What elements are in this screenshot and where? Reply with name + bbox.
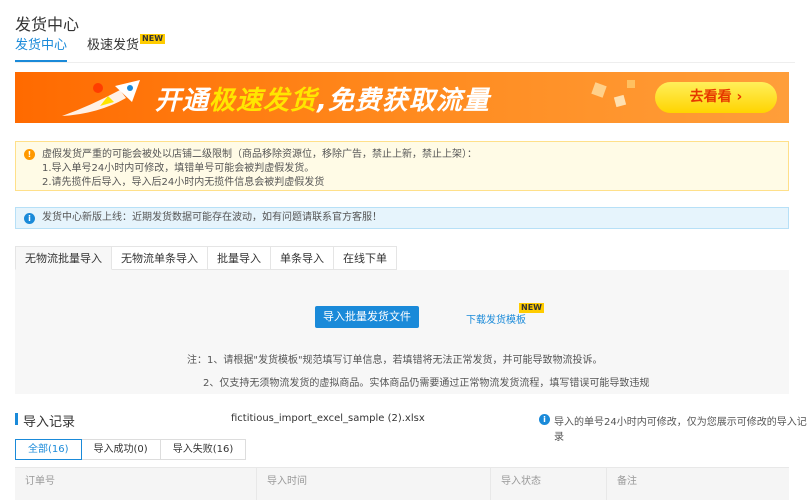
filter-success[interactable]: 导入成功(0): [81, 439, 161, 460]
col-order-number: 订单号: [15, 468, 257, 500]
download-template-link[interactable]: 下载发货模板: [466, 311, 526, 326]
filter-all[interactable]: 全部(16): [15, 439, 82, 460]
banner-slogan: 开通极速发货,免费获取流量: [155, 80, 490, 117]
top-tabs: 发货中心 极速发货 NEW: [15, 34, 185, 62]
info-text: 发货中心新版上线：近期发货数据可能存在波动，如有问题请联系官方客服！: [42, 212, 382, 223]
upload-note-2: 2、仅支持无须物流发货的虚拟商品。实体商品仍需要通过正常物流发货流程，填写错误可…: [203, 378, 650, 389]
records-table-header: 订单号 导入时间 导入状态 备注: [15, 467, 789, 500]
tab-shipping-center-label: 发货中心: [15, 38, 68, 53]
warning-line-1: 虚假发货严重的可能会被处以店铺二级限制（商品移除资源位，移除广告，禁止上新，禁止…: [42, 149, 477, 160]
tab-single-import[interactable]: 单条导入: [271, 246, 334, 270]
col-remark: 备注: [617, 476, 637, 487]
col-import-status: 导入状态: [491, 468, 607, 500]
import-mode-tabs: 无物流批量导入 无物流单条导入 批量导入 单条导入 在线下单: [15, 246, 397, 270]
filter-failed[interactable]: 导入失败(16): [160, 439, 247, 460]
records-info-icon: i: [539, 414, 550, 425]
info-alert: i 发货中心新版上线：近期发货数据可能存在波动，如有问题请联系官方客服！: [15, 207, 789, 229]
warning-alert: ! 虚假发货严重的可能会被处以店铺二级限制（商品移除资源位，移除广告，禁止上新，…: [15, 141, 789, 191]
banner-go-button[interactable]: 去看看 ›: [655, 82, 777, 113]
banner-prefix: 开通: [155, 86, 210, 116]
section-accent-bar: [15, 413, 18, 425]
banner-suffix: ,免费获取流量: [317, 86, 490, 116]
warning-line-3: 2.请先揽件后导入，导入后24小时内无揽件信息会被判虚假发货: [42, 177, 325, 188]
banner-highlight: 极速发货: [209, 86, 318, 116]
tab-no-logistics-single[interactable]: 无物流单条导入: [112, 246, 208, 270]
tab-no-logistics-batch[interactable]: 无物流批量导入: [15, 246, 112, 270]
record-filters: 全部(16) 导入成功(0) 导入失败(16): [15, 439, 247, 460]
tab-online-order[interactable]: 在线下单: [334, 246, 397, 270]
records-tip: 导入的单号24小时内可修改，仅为您展示可修改的导入记录: [554, 417, 807, 443]
upload-panel: 导入批量发货文件 下载发货模板 NEW 注：1、请根据"发货模板"规范填写订单信…: [15, 270, 789, 394]
tabs-divider: [15, 62, 795, 63]
info-icon: i: [24, 213, 35, 224]
page-title: 发货中心: [15, 15, 80, 34]
records-filename: fictitious_import_excel_sample (2).xlsx: [231, 413, 425, 424]
cube-decoration-icon: [591, 80, 635, 108]
warning-icon: !: [24, 149, 35, 160]
warning-line-2: 1.导入单号24小时内可修改，填错单号可能会被判虚假发货。: [42, 163, 315, 174]
col-import-time: 导入时间: [257, 468, 491, 500]
tab-shipping-center[interactable]: 发货中心: [15, 38, 68, 62]
rocket-icon: [62, 80, 140, 116]
tab-express-shipping-label: 极速发货: [87, 38, 140, 53]
promo-banner[interactable]: 开通极速发货,免费获取流量 去看看 ›: [15, 72, 789, 123]
records-title: 导入记录: [23, 415, 76, 430]
new-badge: NEW: [140, 34, 166, 44]
upload-note-1: 注：1、请根据"发货模板"规范填写订单信息，若填错将无法正常发货，并可能导致物流…: [187, 355, 603, 366]
download-new-badge: NEW: [519, 303, 544, 313]
tab-express-shipping[interactable]: 极速发货 NEW: [87, 34, 166, 62]
import-file-button[interactable]: 导入批量发货文件: [315, 306, 419, 328]
tab-batch-import[interactable]: 批量导入: [208, 246, 271, 270]
